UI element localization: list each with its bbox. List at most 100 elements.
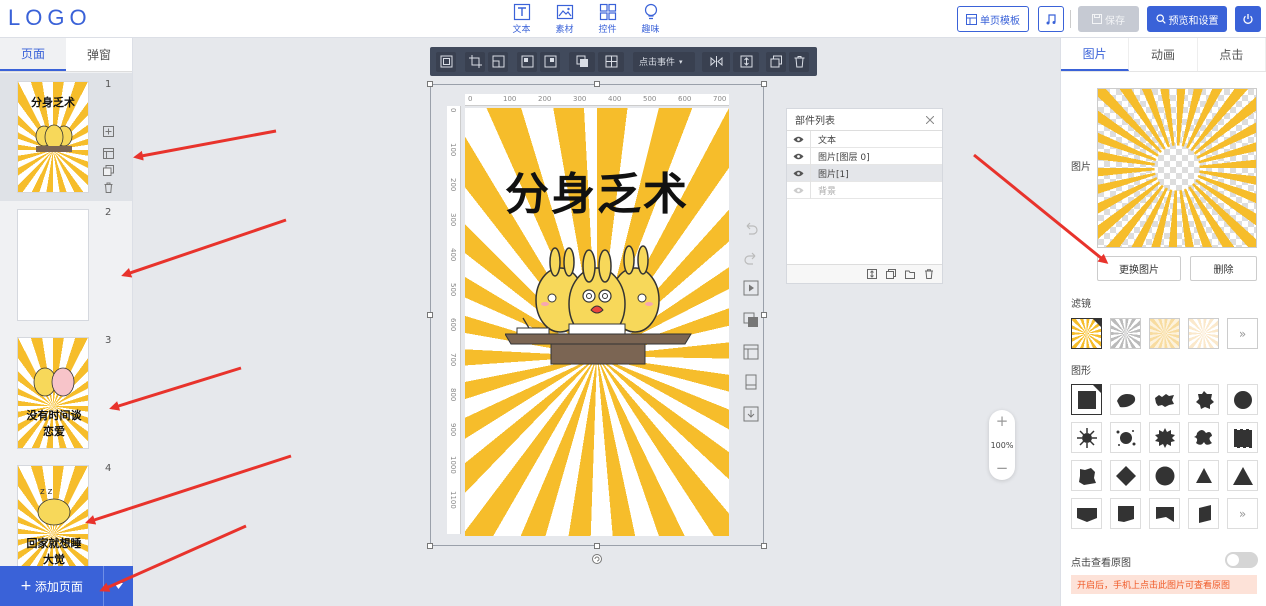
position-dropdown[interactable]: [598, 51, 624, 72]
fit-button[interactable]: [436, 51, 456, 72]
delete-page-icon[interactable]: [103, 182, 114, 193]
filter-grayscale[interactable]: [1110, 318, 1141, 349]
align-right-button[interactable]: [540, 51, 560, 72]
music-button[interactable]: [1038, 6, 1064, 32]
preview-settings-button[interactable]: 预览和设置: [1147, 6, 1227, 32]
filter-light[interactable]: [1149, 318, 1180, 349]
shape-brush-stroke[interactable]: [1110, 384, 1141, 415]
mobile-preview-icon[interactable]: [743, 374, 759, 390]
filter-original[interactable]: [1071, 318, 1102, 349]
tool-material[interactable]: 素材: [543, 3, 586, 35]
distribute-dropdown[interactable]: [733, 51, 759, 72]
filter-faded[interactable]: [1188, 318, 1219, 349]
folder-icon[interactable]: [905, 269, 915, 279]
save-button[interactable]: 保存: [1078, 6, 1139, 32]
move-icon[interactable]: [867, 269, 877, 279]
canvas-title-text[interactable]: 分身乏术: [465, 158, 729, 222]
redo-icon[interactable]: [743, 250, 759, 266]
page-thumbnail-4[interactable]: z z 回家就想睡大觉: [17, 465, 89, 577]
shape-pennant[interactable]: [1071, 498, 1102, 529]
zoom-out-button[interactable]: −: [996, 461, 1009, 476]
tab-popups[interactable]: 弹窗: [66, 38, 132, 71]
replace-image-button[interactable]: 更换图片: [1097, 256, 1181, 281]
eye-icon[interactable]: [787, 147, 811, 165]
eye-icon[interactable]: [787, 164, 811, 182]
flip-dropdown[interactable]: [702, 51, 730, 72]
zoom-in-button[interactable]: +: [996, 414, 1009, 429]
copy-element-button[interactable]: [766, 51, 786, 72]
align-left-button[interactable]: [517, 51, 537, 72]
eye-icon[interactable]: [787, 130, 811, 148]
resize-handle-tl[interactable]: [427, 81, 433, 87]
shape-square[interactable]: [1071, 384, 1102, 415]
resize-handle-br[interactable]: [761, 543, 767, 549]
component-row-background[interactable]: 背景: [787, 181, 942, 199]
more-shapes-button[interactable]: »: [1227, 498, 1258, 529]
shape-splatter[interactable]: [1110, 422, 1141, 453]
more-filters-button[interactable]: »: [1227, 318, 1258, 349]
editing-canvas-page[interactable]: 分身乏术: [465, 108, 729, 536]
page-item-1[interactable]: 分身乏术 1: [0, 73, 132, 201]
close-icon[interactable]: [926, 115, 934, 124]
tool-fun[interactable]: 趣味: [629, 3, 672, 35]
page-thumbnail-2[interactable]: [17, 209, 89, 321]
click-event-select[interactable]: 点击事件 ▾: [633, 51, 695, 72]
component-row-image-layer0[interactable]: 图片[图层 0]: [787, 147, 942, 165]
copy-page-icon[interactable]: [103, 165, 114, 176]
shape-splash[interactable]: [1071, 422, 1102, 453]
shape-triangle[interactable]: [1227, 460, 1258, 491]
layers-panel-icon[interactable]: [743, 312, 759, 328]
tab-pages[interactable]: 页面: [0, 38, 66, 71]
shape-rough-brush[interactable]: [1149, 384, 1180, 415]
tab-animation[interactable]: 动画: [1129, 38, 1198, 71]
tab-image[interactable]: 图片: [1061, 38, 1130, 71]
shape-gear-blot[interactable]: [1149, 422, 1180, 453]
layer-order-dropdown[interactable]: [569, 51, 595, 72]
shape-stamp[interactable]: [1227, 422, 1258, 453]
shape-circle[interactable]: [1149, 460, 1180, 491]
rotate-handle-icon[interactable]: [591, 553, 603, 565]
page-item-2[interactable]: 2: [0, 201, 132, 329]
single-page-template-button[interactable]: 单页模板: [957, 6, 1029, 32]
play-preview-icon[interactable]: [743, 280, 759, 296]
tab-click[interactable]: 点击: [1198, 38, 1266, 71]
resize-handle-l[interactable]: [427, 312, 433, 318]
undo-icon[interactable]: [743, 220, 759, 236]
shape-ink-blot[interactable]: [1188, 384, 1219, 415]
shape-diamond[interactable]: [1110, 460, 1141, 491]
delete-element-button[interactable]: [789, 51, 809, 72]
trash-icon[interactable]: [924, 269, 934, 279]
component-row-text[interactable]: 文本: [787, 130, 942, 148]
resize-handle-b[interactable]: [594, 543, 600, 549]
shape-round-blot[interactable]: [1227, 384, 1258, 415]
resize-button[interactable]: [488, 51, 508, 72]
tool-widgets[interactable]: 控件: [586, 3, 629, 35]
shape-puzzle[interactable]: [1188, 422, 1219, 453]
shape-banner[interactable]: [1110, 498, 1141, 529]
download-icon[interactable]: [743, 406, 759, 422]
eye-hidden-icon[interactable]: [787, 181, 811, 199]
resize-handle-bl[interactable]: [427, 543, 433, 549]
page-thumbnail-1[interactable]: 分身乏术: [17, 81, 89, 193]
resize-handle-r[interactable]: [761, 312, 767, 318]
resize-handle-t[interactable]: [594, 81, 600, 87]
add-page-dropdown[interactable]: [103, 566, 133, 606]
characters-at-desk-illustration[interactable]: [505, 238, 695, 368]
page-thumbnail-3[interactable]: 没有时间谈恋爱: [17, 337, 89, 449]
component-row-image1[interactable]: 图片[1]: [787, 164, 942, 182]
page-item-3[interactable]: 没有时间谈恋爱 3: [0, 329, 132, 457]
delete-image-button[interactable]: 删除: [1190, 256, 1257, 281]
tool-text[interactable]: 文本: [500, 3, 543, 35]
crop-button[interactable]: [465, 51, 485, 72]
view-original-toggle[interactable]: [1225, 552, 1258, 568]
add-page-button[interactable]: + 添加页面: [0, 566, 103, 606]
grid-layout-icon[interactable]: [743, 344, 759, 360]
add-page-icon[interactable]: [103, 126, 114, 137]
page-layout-icon[interactable]: [103, 148, 114, 159]
shape-blob[interactable]: [1071, 460, 1102, 491]
shape-tag[interactable]: [1149, 498, 1180, 529]
copy-icon[interactable]: [886, 269, 896, 279]
shape-parallelogram[interactable]: [1188, 498, 1219, 529]
power-button[interactable]: [1235, 6, 1261, 32]
shape-triangle-small[interactable]: [1188, 460, 1219, 491]
